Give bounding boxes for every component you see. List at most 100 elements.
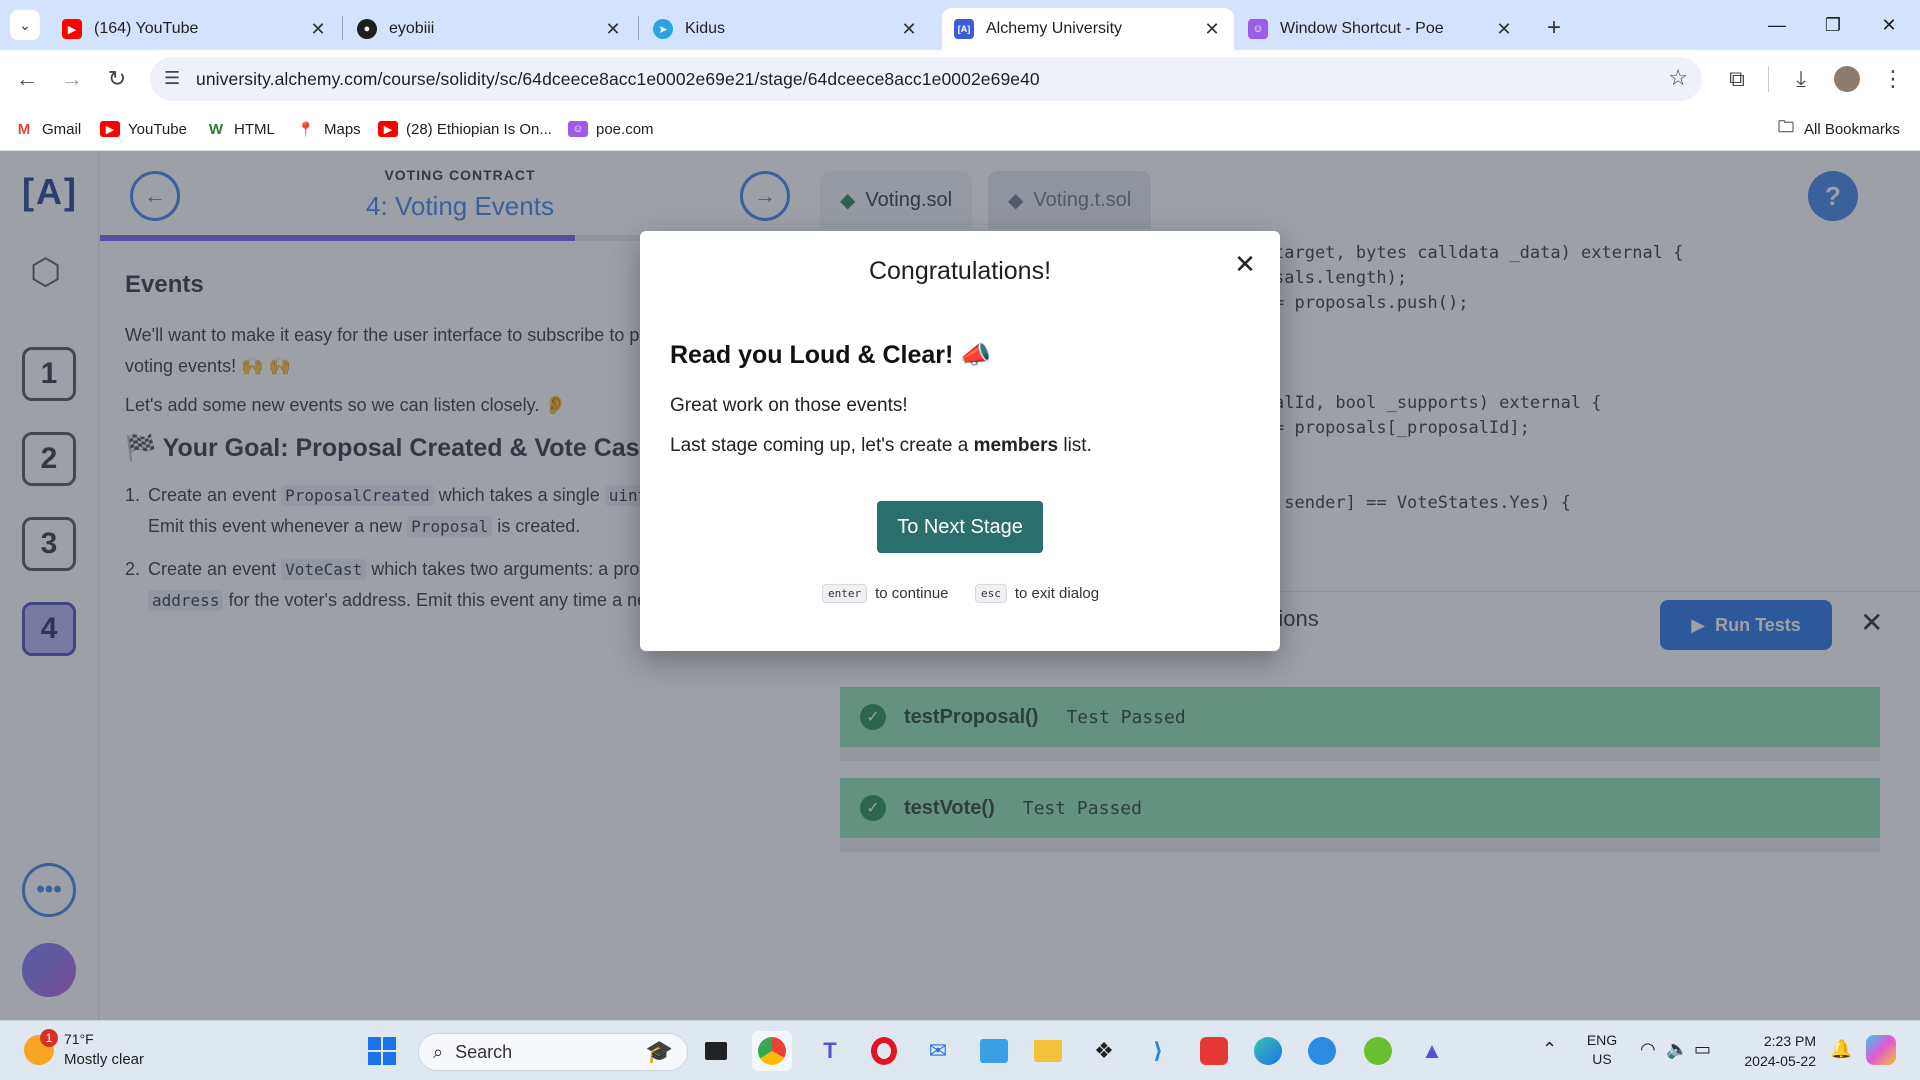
wifi-icon[interactable]: ◠: [1640, 1039, 1656, 1060]
esc-key: esc: [975, 584, 1007, 603]
taskbar-wps[interactable]: [1194, 1031, 1234, 1071]
forward-button[interactable]: →: [55, 62, 89, 96]
esc-hint: esc to exit dialog: [975, 584, 1099, 603]
show-hidden-icons[interactable]: ⌃: [1542, 1039, 1557, 1060]
close-window-button[interactable]: ✕: [1866, 8, 1912, 42]
mountain-icon: ▲: [1421, 1038, 1443, 1063]
utorrent-icon: [1364, 1037, 1392, 1065]
bookmark-label: poe.com: [596, 120, 654, 138]
to-next-stage-button[interactable]: To Next Stage: [877, 501, 1043, 553]
taskbar-dropbox[interactable]: ❖: [1084, 1031, 1124, 1071]
bookmark-gmail[interactable]: M Gmail: [14, 117, 81, 141]
bookmark-poe[interactable]: ☺ poe.com: [568, 117, 654, 141]
profile-button[interactable]: [1830, 62, 1864, 96]
maps-icon: 📍: [297, 120, 315, 137]
taskbar-app[interactable]: [1302, 1031, 1342, 1071]
clock[interactable]: 2:23 PM 2024-05-22: [1730, 1031, 1816, 1071]
close-icon[interactable]: ✕: [1202, 19, 1222, 40]
downloads-button[interactable]: ⤓: [1784, 62, 1818, 96]
extensions-button[interactable]: ⧉: [1720, 62, 1754, 96]
task-view-button[interactable]: [696, 1031, 736, 1071]
weather-widget[interactable]: 1 71°F Mostly clear: [18, 1029, 218, 1073]
bookmark-youtube[interactable]: ▶ YouTube: [100, 117, 187, 141]
bookmark-ethiopian[interactable]: ▶ (28) Ethiopian Is On...: [378, 117, 552, 141]
taskbar-file-explorer[interactable]: [1028, 1031, 1068, 1071]
download-icon: ⤓: [1796, 66, 1806, 91]
tab-alchemy-university[interactable]: [A] Alchemy University ✕: [942, 8, 1234, 50]
enter-key: enter: [822, 584, 868, 603]
wps-icon: [1200, 1037, 1228, 1065]
windows-taskbar: 1 71°F Mostly clear ⌕ Search 🎓 T ✉ ❖ ⟩ ▲…: [0, 1020, 1920, 1080]
bookmark-maps[interactable]: 📍 Maps: [296, 117, 360, 141]
new-tab-button[interactable]: +: [1538, 12, 1570, 44]
app-icon: [980, 1039, 1008, 1063]
menu-button[interactable]: ⋮: [1876, 62, 1910, 96]
dialog-message-next: Last stage coming up, let's create a mem…: [670, 435, 1092, 456]
close-icon[interactable]: ✕: [603, 19, 623, 40]
url-text: university.alchemy.com/course/solidity/s…: [196, 68, 1040, 89]
enter-hint: enter to continue: [822, 584, 949, 603]
back-button[interactable]: ←: [10, 62, 44, 96]
all-bookmarks[interactable]: 🗀 All Bookmarks: [1776, 117, 1900, 141]
mail-icon: ✉: [928, 1038, 948, 1063]
bookmark-label: YouTube: [128, 120, 187, 138]
task-view-icon: [705, 1042, 727, 1060]
bookmarks-bar: M Gmail ▶ YouTube W HTML 📍 Maps ▶ (28) E…: [0, 108, 1920, 151]
notification-bell-icon[interactable]: 🔔: [1830, 1039, 1852, 1060]
bookmark-html[interactable]: W HTML: [206, 117, 275, 141]
taskbar-mail[interactable]: ✉: [918, 1031, 958, 1071]
taskbar-opera[interactable]: [864, 1031, 904, 1071]
congratulations-dialog: Congratulations! ✕ Read you Loud & Clear…: [640, 231, 1280, 651]
tab-separator: [342, 16, 343, 40]
bookmark-label: HTML: [234, 120, 275, 138]
teams-icon: T: [823, 1038, 837, 1063]
alchemy-icon: [A]: [954, 19, 974, 39]
kebab-menu-icon: ⋮: [1882, 66, 1904, 91]
tab-search-button[interactable]: ⌄: [10, 10, 40, 40]
reload-button[interactable]: ↻: [100, 62, 134, 96]
reload-icon: ↻: [107, 66, 127, 91]
site-info-icon[interactable]: ☰: [164, 68, 180, 89]
telegram-icon: ➤: [653, 19, 673, 39]
tab-poe[interactable]: ☺ Window Shortcut - Poe ✕: [1236, 8, 1526, 50]
taskbar-vscode[interactable]: ⟩: [1138, 1031, 1178, 1071]
start-button[interactable]: [362, 1031, 402, 1071]
dialog-title: Congratulations!: [868, 257, 1052, 285]
bookmark-label: Gmail: [42, 120, 82, 138]
taskbar-teams[interactable]: T: [810, 1031, 850, 1071]
minimize-button[interactable]: —: [1754, 8, 1800, 42]
tab-github[interactable]: ● eyobiii ✕: [345, 8, 635, 50]
vscode-icon: ⟩: [1152, 1038, 1164, 1063]
language-indicator[interactable]: ENG US: [1582, 1031, 1622, 1069]
battery-icon[interactable]: ▭: [1694, 1039, 1711, 1060]
taskbar-search[interactable]: ⌕ Search 🎓: [418, 1033, 688, 1071]
tab-strip: ⌄ ▶ (164) YouTube ✕ ● eyobiii ✕ ➤ Kidus …: [0, 0, 1920, 50]
volume-icon[interactable]: 🔈: [1666, 1039, 1688, 1060]
poe-icon: ☺: [568, 121, 588, 137]
tab-youtube[interactable]: ▶ (164) YouTube ✕: [50, 8, 340, 50]
address-bar[interactable]: ☰ university.alchemy.com/course/solidity…: [150, 57, 1702, 101]
weather-temp: 71°F: [64, 1031, 94, 1047]
tab-kidus[interactable]: ➤ Kidus ✕: [641, 8, 931, 50]
close-dialog-button[interactable]: ✕: [1228, 247, 1262, 281]
youtube-icon: ▶: [100, 121, 120, 137]
restore-button[interactable]: ❐: [1810, 8, 1856, 42]
close-icon[interactable]: ✕: [899, 19, 919, 40]
folder-icon: 🗀: [1777, 118, 1794, 136]
copilot-icon[interactable]: [1866, 1035, 1896, 1065]
weather-desc: Mostly clear: [64, 1051, 145, 1068]
taskbar-utorrent[interactable]: [1358, 1031, 1398, 1071]
tab-separator: [638, 16, 639, 40]
close-icon[interactable]: ✕: [1494, 19, 1514, 40]
taskbar-app-2[interactable]: ▲: [1412, 1031, 1452, 1071]
youtube-icon: ▶: [62, 19, 82, 39]
close-icon[interactable]: ✕: [308, 19, 328, 40]
avatar: [1834, 66, 1860, 92]
taskbar-mylife[interactable]: [974, 1031, 1014, 1071]
taskbar-edge[interactable]: [1248, 1031, 1288, 1071]
close-icon: ✕: [1234, 248, 1256, 279]
bookmark-star-icon[interactable]: ☆: [1668, 65, 1688, 91]
github-icon: ●: [357, 19, 377, 39]
taskbar-chrome[interactable]: [752, 1031, 792, 1071]
bookmark-label: All Bookmarks: [1804, 120, 1900, 138]
